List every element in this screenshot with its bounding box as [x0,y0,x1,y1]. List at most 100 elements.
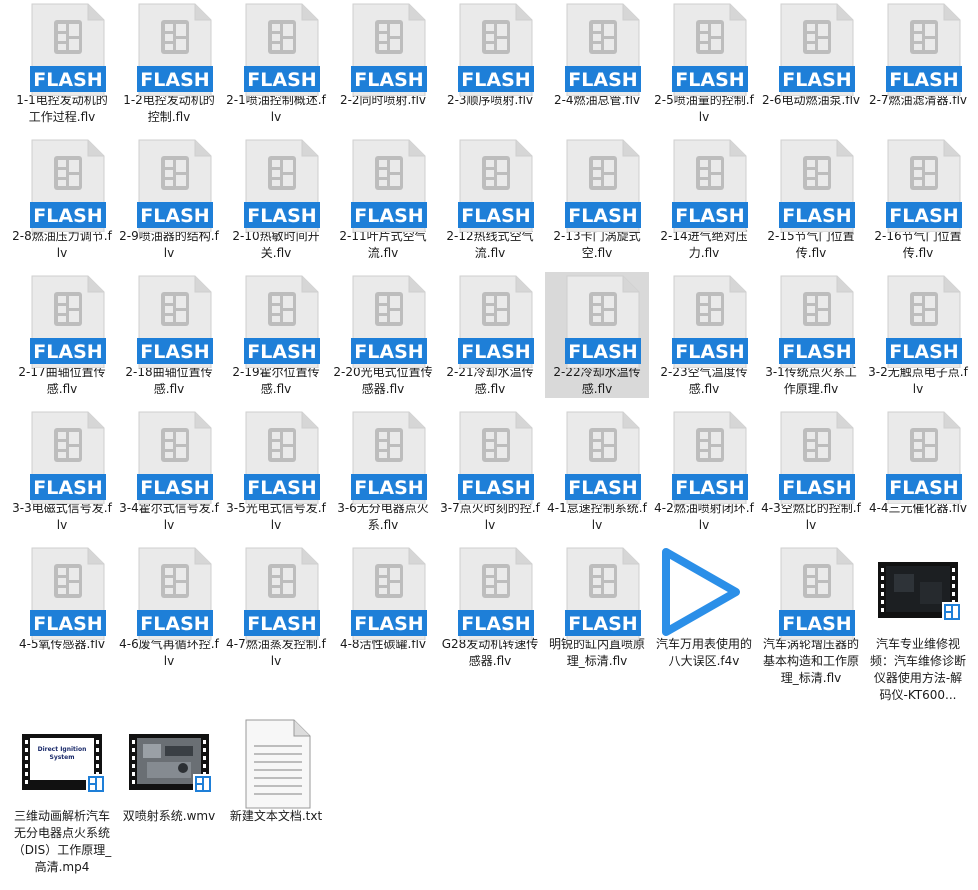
file-grid: FLASH 1-1电控发动机的工作过程.flv FLASH 1-2电控发动机的控… [0,0,978,890]
file-item[interactable]: FLASH 3-4霍尔式信号发.flv [117,408,221,534]
svg-text:FLASH: FLASH [33,477,102,499]
file-item[interactable]: Direct Ignition System 三维动画解析汽车无分电器点火系统（… [10,716,114,876]
file-name-label: 2-11叶片式空气流.flv [339,229,427,260]
file-item[interactable]: FLASH 2-2同时喷射.flv [331,0,435,109]
flash-file-icon: FLASH [30,547,106,640]
flash-file-icon: FLASH [565,3,641,96]
svg-text:FLASH: FLASH [247,477,316,499]
file-item[interactable]: FLASH 2-20光电式位置传感器.flv [331,272,435,398]
file-item[interactable]: FLASH 3-1传统点火系工作原理.flv [759,272,863,398]
file-icon-wrap: FLASH [866,408,970,504]
file-item[interactable]: FLASH 3-5光电式信号发.flv [224,408,328,534]
file-name-label: 4-7燃油蒸发控制.flv [226,637,326,668]
file-item[interactable]: FLASH 3-7点火时刻的控.flv [438,408,542,534]
file-item[interactable]: FLASH 3-2无触点电子点.flv [866,272,970,398]
file-item[interactable]: FLASH 2-16节气门位置传.flv [866,136,970,262]
svg-text:FLASH: FLASH [247,69,316,91]
svg-text:FLASH: FLASH [889,69,958,91]
svg-text:Direct Ignition: Direct Ignition [38,746,87,753]
file-item[interactable]: FLASH 3-6无分电器点火系.flv [331,408,435,534]
file-item[interactable]: FLASH 2-15节气门位置传.flv [759,136,863,262]
file-item[interactable]: FLASH 2-23空气温度传感.flv [652,272,756,398]
file-item[interactable]: 新建文本文档.txt [224,716,328,825]
file-item[interactable]: FLASH 1-1电控发动机的工作过程.flv [10,0,114,126]
file-item[interactable]: FLASH 2-10热敏时间开关.flv [224,136,328,262]
flash-file-icon: FLASH [886,139,962,232]
file-item[interactable]: FLASH 2-4燃油总管.flv [545,0,649,109]
file-name-label: 1-2电控发动机的控制.flv [123,93,215,124]
file-icon-wrap: FLASH [224,136,328,232]
file-item[interactable]: 汽车专业维修视频：汽车维修诊断仪器使用方法-解码仪-KT600... [866,544,970,704]
flash-file-icon: FLASH [779,275,855,368]
file-item[interactable]: FLASH 4-2燃油喷射闭环.flv [652,408,756,534]
file-item[interactable]: FLASH 2-13卡门涡旋式空.flv [545,136,649,262]
file-name-label: 2-16节气门位置传.flv [874,229,962,260]
file-item[interactable]: FLASH 4-3空燃比的控制.flv [759,408,863,534]
file-icon-wrap: FLASH [224,408,328,504]
file-item[interactable]: FLASH 2-11叶片式空气流.flv [331,136,435,262]
file-item[interactable]: FLASH 2-19霍尔位置传感.flv [224,272,328,398]
flash-file-icon: FLASH [351,547,427,640]
svg-text:FLASH: FLASH [675,341,744,363]
file-item[interactable]: FLASH 4-6废气再循环控.flv [117,544,221,670]
file-name-label: 2-1喷油控制概述.flv [226,93,326,124]
file-item[interactable]: FLASH 4-4三元催化器.flv [866,408,970,517]
file-item[interactable]: 双喷射系统.wmv [117,716,221,825]
svg-text:FLASH: FLASH [889,205,958,227]
file-item[interactable]: FLASH 明锐的缸内直喷原理_标清.flv [545,544,649,670]
file-name-label: 三维动画解析汽车无分电器点火系统（DIS）工作原理_高清.mp4 [12,809,112,874]
file-item[interactable]: FLASH 4-7燃油蒸发控制.flv [224,544,328,670]
file-item[interactable]: FLASH 2-17曲轴位置传感.flv [10,272,114,398]
flash-file-icon: FLASH [351,275,427,368]
svg-text:FLASH: FLASH [461,69,530,91]
file-item[interactable]: FLASH 2-1喷油控制概述.flv [224,0,328,126]
file-item[interactable]: FLASH 2-18曲轴位置传感.flv [117,272,221,398]
file-name-label: 2-12热线式空气流.flv [446,229,534,260]
file-name-label: 2-17曲轴位置传感.flv [18,365,106,396]
file-name-label: 汽车专业维修视频：汽车维修诊断仪器使用方法-解码仪-KT600... [869,637,966,702]
svg-text:FLASH: FLASH [33,205,102,227]
file-name-label: 2-14进气绝对压力.flv [660,229,748,260]
file-item[interactable]: FLASH 1-2电控发动机的控制.flv [117,0,221,126]
file-item[interactable]: 汽车万用表使用的八大误区.f4v [652,544,756,670]
file-item[interactable]: FLASH 2-6电动燃油泵.flv [759,0,863,109]
file-item[interactable]: FLASH 4-5氧传感器.flv [10,544,114,653]
file-item[interactable]: FLASH 2-8燃油压力调节.flv [10,136,114,262]
file-item[interactable]: FLASH 2-7燃油滤清器.flv [866,0,970,109]
file-item[interactable]: FLASH 2-5喷油量的控制.flv [652,0,756,126]
svg-text:FLASH: FLASH [568,477,637,499]
svg-text:FLASH: FLASH [140,205,209,227]
flash-file-icon: FLASH [137,139,213,232]
flash-file-icon: FLASH [779,411,855,504]
flash-file-icon: FLASH [672,275,748,368]
file-name-label: 2-23空气温度传感.flv [660,365,748,396]
file-item[interactable]: FLASH 2-3顺序喷射.flv [438,0,542,109]
file-icon-wrap: FLASH [331,0,435,96]
flash-file-icon: FLASH [30,411,106,504]
file-icon-wrap: FLASH [117,136,221,232]
file-icon-wrap: FLASH [545,544,649,640]
flash-file-icon: FLASH [886,411,962,504]
file-item[interactable]: FLASH 2-22冷却水温传感.flv [545,272,649,398]
file-item[interactable]: FLASH 汽车涡轮增压器的基本构造和工作原理_标清.flv [759,544,863,687]
file-icon-wrap: FLASH [10,0,114,96]
file-item[interactable]: FLASH 3-3电磁式信号发.flv [10,408,114,534]
video-thumbnail-icon [129,734,213,794]
flash-file-icon: FLASH [565,547,641,640]
file-item[interactable]: FLASH G28发动机转速传感器.flv [438,544,542,670]
svg-text:FLASH: FLASH [140,613,209,635]
file-icon-wrap [224,716,328,812]
file-icon-wrap: FLASH [331,544,435,640]
file-item[interactable]: FLASH 2-14进气绝对压力.flv [652,136,756,262]
file-icon-wrap: FLASH [652,0,756,96]
flash-file-icon: FLASH [458,411,534,504]
file-item[interactable]: FLASH 4-8活性碳罐.flv [331,544,435,653]
flash-file-icon: FLASH [137,411,213,504]
file-item[interactable]: FLASH 2-9喷油器的结构.flv [117,136,221,262]
file-icon-wrap: FLASH [866,0,970,96]
file-item[interactable]: FLASH 2-12热线式空气流.flv [438,136,542,262]
file-item[interactable]: FLASH 2-21冷却水温传感.flv [438,272,542,398]
text-file-icon [245,719,311,809]
file-item[interactable]: FLASH 4-1怠速控制系统.flv [545,408,649,534]
file-name-label: 3-2无触点电子点.flv [868,365,968,396]
